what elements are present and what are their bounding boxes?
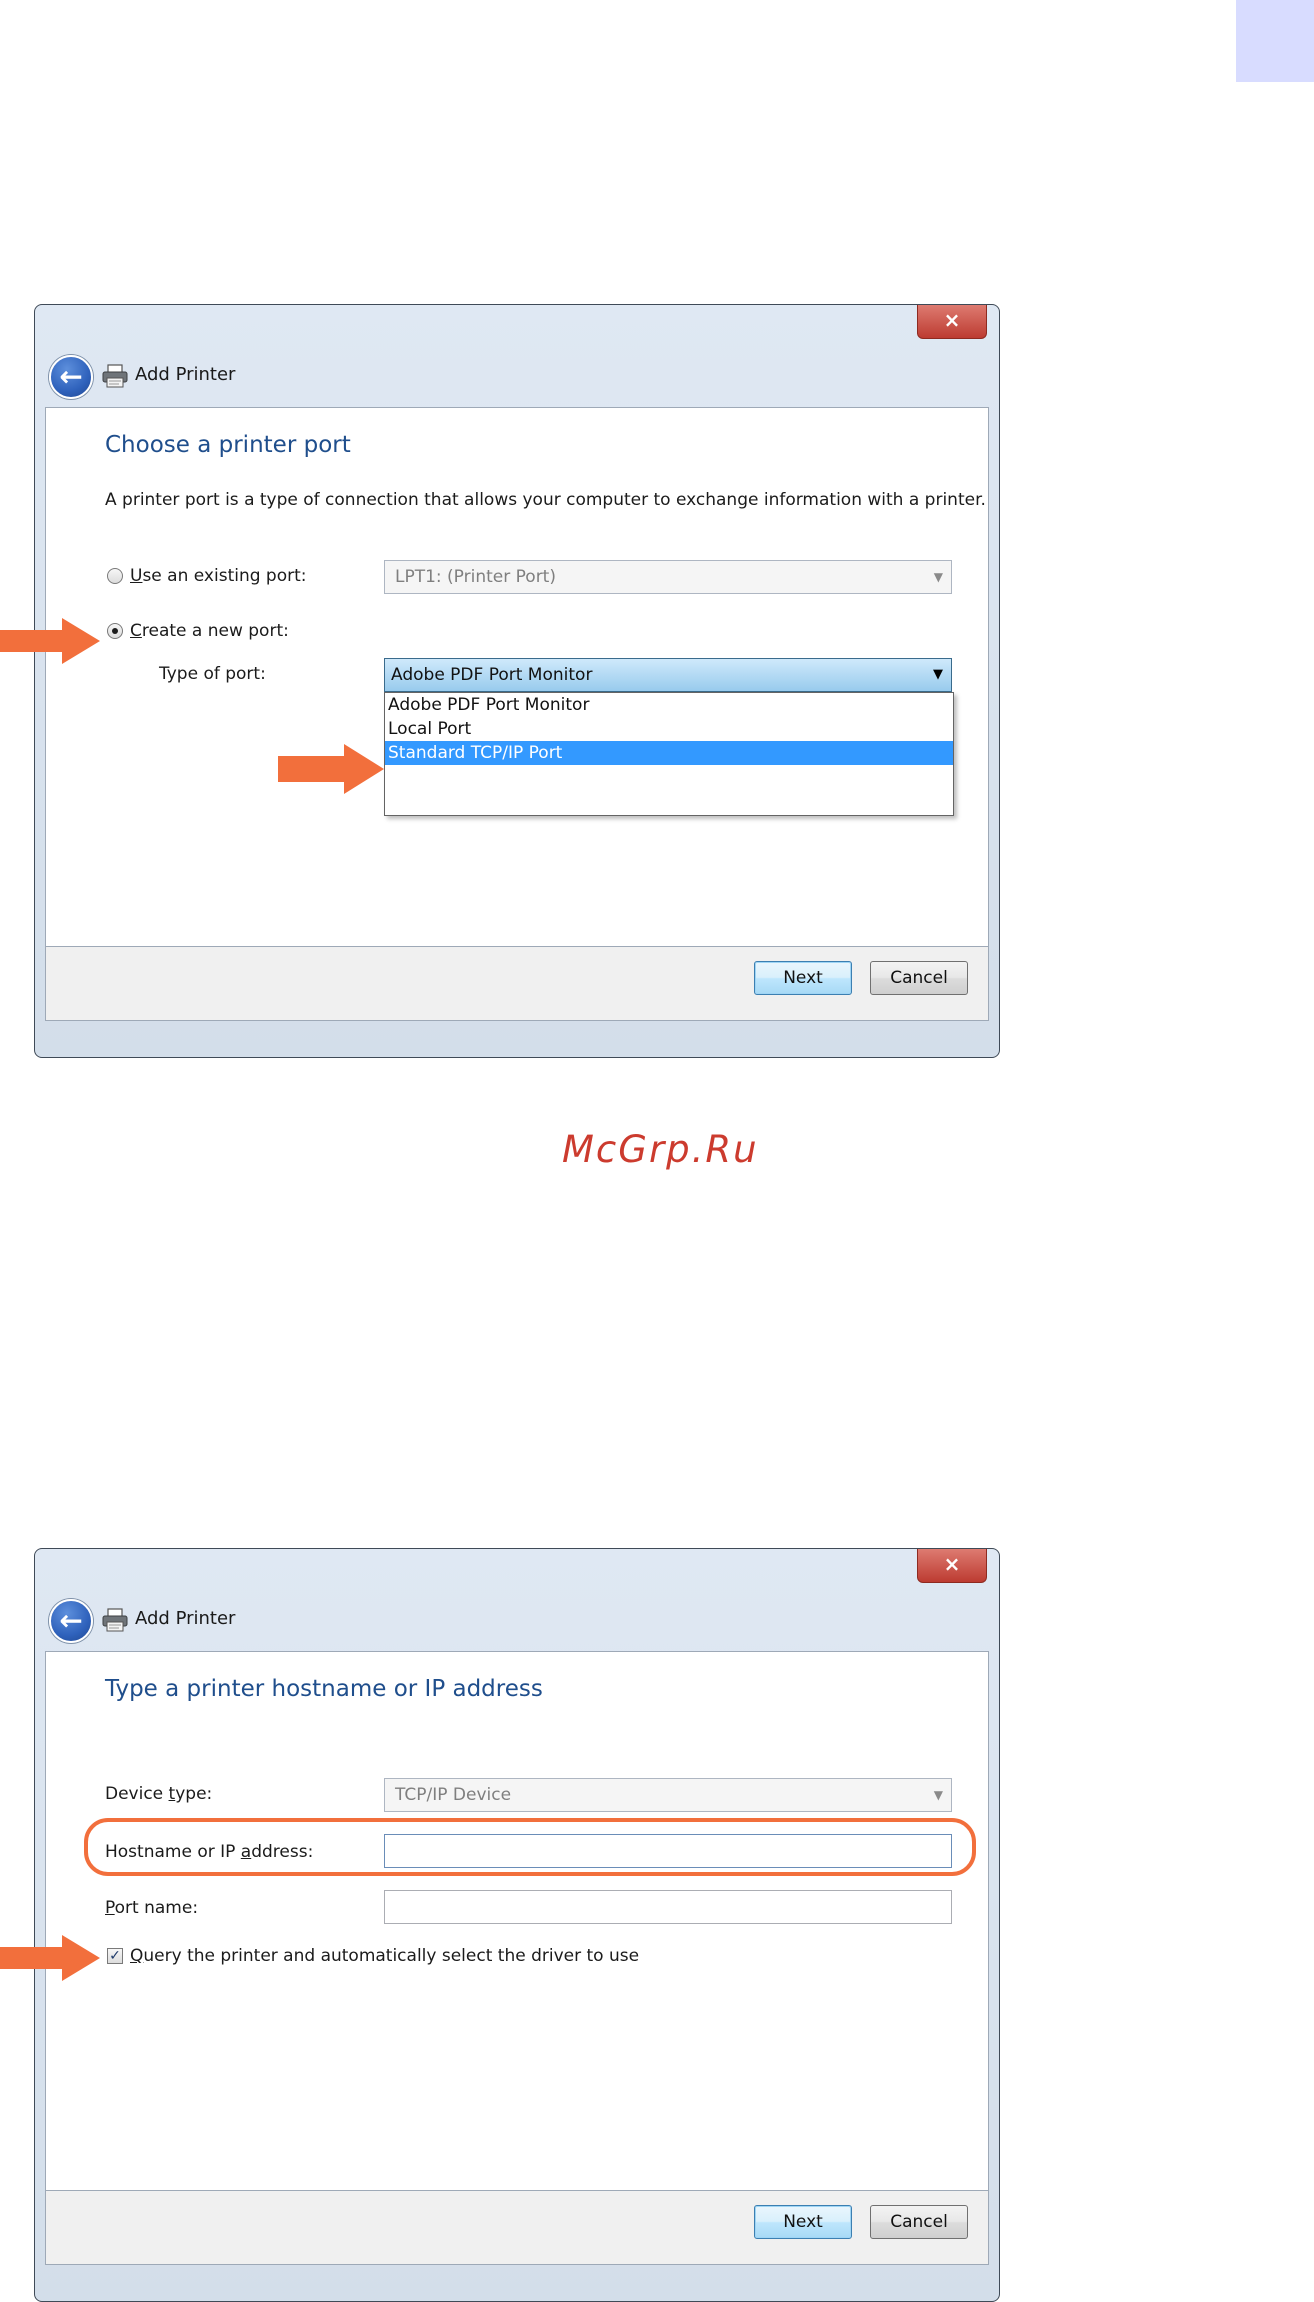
type-of-port-label: Type of port: (159, 664, 266, 684)
query-printer-label[interactable]: Query the printer and automatically sele… (130, 1944, 639, 1968)
new-port-radio[interactable] (107, 623, 123, 639)
device-type-label: Device type: (105, 1784, 213, 1804)
device-type-select[interactable]: TCP/IP Device ▼ (384, 1778, 952, 1812)
dropdown-option-selected[interactable]: Standard TCP/IP Port (385, 741, 953, 765)
port-type-select[interactable]: Adobe PDF Port Monitor ▼ (384, 658, 952, 692)
button-bar: Next Cancel (45, 2191, 989, 2265)
window-title: Add Printer (135, 364, 236, 385)
watermark-text: McGrp.Ru (562, 1128, 759, 1171)
next-button[interactable]: Next (754, 2205, 852, 2239)
content-panel: Choose a printer port A printer port is … (45, 407, 989, 947)
device-type-value: TCP/IP Device (395, 1785, 512, 1805)
existing-port-value: LPT1: (Printer Port) (395, 567, 556, 587)
chevron-down-icon: ▼ (933, 1788, 943, 1802)
page-heading: Type a printer hostname or IP address (105, 1676, 543, 1702)
chevron-down-icon: ▼ (933, 667, 943, 682)
button-bar: Next Cancel (45, 947, 989, 1021)
port-type-value: Adobe PDF Port Monitor (391, 665, 593, 685)
add-printer-window-hostname: × ← Add Printer Type a printer hostname … (34, 1548, 1000, 2302)
port-type-dropdown: Adobe PDF Port Monitor Local Port Standa… (384, 692, 954, 816)
existing-port-radio[interactable] (107, 568, 123, 584)
printer-icon (102, 1608, 128, 1632)
description-text: A printer port is a type of connection t… (105, 490, 986, 510)
new-port-label[interactable]: Create a new port: (130, 619, 289, 643)
existing-port-select[interactable]: LPT1: (Printer Port) ▼ (384, 560, 952, 594)
close-button[interactable]: × (917, 305, 987, 339)
dropdown-option[interactable]: Local Port (385, 717, 953, 741)
page-heading: Choose a printer port (105, 432, 351, 458)
existing-port-label[interactable]: Use an existing port: (130, 564, 307, 588)
window-title: Add Printer (135, 1608, 236, 1629)
annotation-arrow-icon (0, 1935, 100, 1981)
hostname-highlight-ring (84, 1818, 976, 1876)
annotation-arrow-icon (278, 744, 384, 794)
dropdown-option[interactable]: Adobe PDF Port Monitor (385, 693, 953, 717)
chevron-down-icon: ▼ (933, 570, 943, 584)
add-printer-window-port: × ← Add Printer Choose a printer port A … (34, 304, 1000, 1058)
port-name-label: Port name: (105, 1898, 199, 1918)
back-arrow-icon[interactable]: ← (49, 355, 93, 399)
next-button[interactable]: Next (754, 961, 852, 995)
page-corner-tab (1236, 0, 1314, 82)
close-button[interactable]: × (917, 1549, 987, 1583)
cancel-button[interactable]: Cancel (870, 2205, 968, 2239)
cancel-button[interactable]: Cancel (870, 961, 968, 995)
printer-icon (102, 364, 128, 388)
annotation-arrow-icon (0, 618, 100, 664)
content-panel: Type a printer hostname or IP address De… (45, 1651, 989, 2191)
back-arrow-icon[interactable]: ← (49, 1599, 93, 1643)
port-name-input[interactable] (384, 1890, 952, 1924)
query-printer-checkbox[interactable]: ✓ (107, 1948, 123, 1964)
